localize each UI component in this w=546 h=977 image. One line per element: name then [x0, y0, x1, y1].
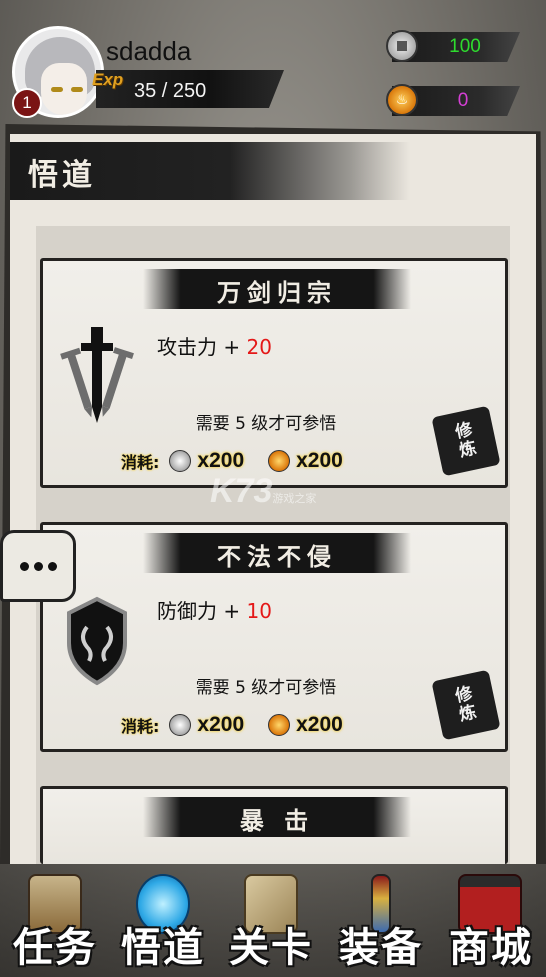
cost-row: 消耗: x200 x200 [121, 711, 367, 739]
refine-button[interactable]: 修 炼 [431, 405, 501, 477]
watermark-text: K73 [210, 472, 273, 510]
avatar-eye [51, 87, 63, 92]
cost-row: 消耗: x200 x200 [121, 447, 367, 475]
nav-tab-equipment[interactable]: 装备 [326, 864, 436, 977]
sword-icon [60, 327, 134, 423]
skill-stat: 防御力 + 10 [157, 595, 272, 624]
refine-label-bottom: 炼 [457, 702, 479, 726]
gold-cost: x200 [268, 713, 343, 737]
silver-coin-icon [386, 30, 418, 62]
stat-label: 防御力 + [157, 599, 247, 623]
nav-label: 关卡 [229, 924, 313, 971]
cost-label: 消耗: [121, 453, 160, 472]
exp-value: 35 / 250 [134, 80, 207, 102]
skill-name: 暴 击 [239, 806, 315, 835]
exp-label: Exp [92, 70, 124, 89]
skill-name: 万剑归宗 [217, 278, 337, 307]
refine-button[interactable]: 修 炼 [431, 669, 501, 741]
gold-cost-value: x200 [296, 449, 343, 472]
chat-button[interactable] [0, 530, 76, 602]
silver-value: 100 [449, 36, 481, 57]
nav-label: 装备 [339, 924, 423, 971]
nav-label: 商城 [449, 924, 533, 971]
nav-tab-tasks[interactable]: 任务 [0, 864, 110, 977]
nav-label: 悟道 [121, 924, 205, 971]
watermark: K73游戏之家 [210, 472, 316, 511]
nav-tab-wudao[interactable]: 悟道 [108, 864, 218, 977]
level-badge: 1 [12, 88, 42, 118]
gold-coin-icon [386, 84, 418, 116]
silver-cost-value: x200 [197, 713, 245, 736]
skill-card: 万剑归宗 攻击力 + 20 需要 5 级才可参悟 消耗: x200 x200 修… [40, 258, 508, 488]
skill-card: 暴 击 [40, 786, 508, 864]
silver-cost-value: x200 [197, 449, 245, 472]
refine-label-bottom: 炼 [457, 438, 479, 462]
panel-title: 悟道 [28, 158, 96, 193]
gold-coin-icon [268, 450, 291, 472]
skill-requirement: 需要 5 级才可参悟 [195, 414, 337, 434]
silver-cost: x200 [169, 449, 244, 473]
stat-bonus: 10 [246, 599, 272, 623]
stat-label: 攻击力 + [157, 335, 247, 359]
cost-label: 消耗: [121, 717, 160, 736]
player-name: sdadda [106, 36, 192, 66]
gold-value: 0 [457, 90, 469, 111]
watermark-sub: 游戏之家 [272, 493, 317, 505]
skill-name: 不法不侵 [217, 542, 337, 571]
stat-bonus: 20 [246, 335, 272, 359]
silver-coin-icon [169, 450, 192, 472]
skill-card: 不法不侵 防御力 + 10 需要 5 级才可参悟 消耗: x200 x200 修… [40, 522, 508, 752]
nav-label: 任务 [13, 924, 97, 971]
silver-cost: x200 [169, 713, 244, 737]
skill-requirement: 需要 5 级才可参悟 [195, 678, 337, 698]
shield-icon [67, 596, 127, 686]
gold-cost-value: x200 [296, 713, 343, 736]
gold-coin-icon [268, 714, 291, 736]
dot-icon [33, 561, 43, 571]
dot-icon [19, 561, 29, 571]
gold-cost: x200 [268, 449, 343, 473]
silver-coin-icon [169, 714, 192, 736]
avatar-eye [71, 87, 83, 92]
skill-stat: 攻击力 + 20 [157, 331, 272, 360]
nav-tab-shop[interactable]: 商城 [436, 864, 546, 977]
nav-tab-stages[interactable]: 关卡 [216, 864, 326, 977]
dot-icon [47, 561, 57, 571]
